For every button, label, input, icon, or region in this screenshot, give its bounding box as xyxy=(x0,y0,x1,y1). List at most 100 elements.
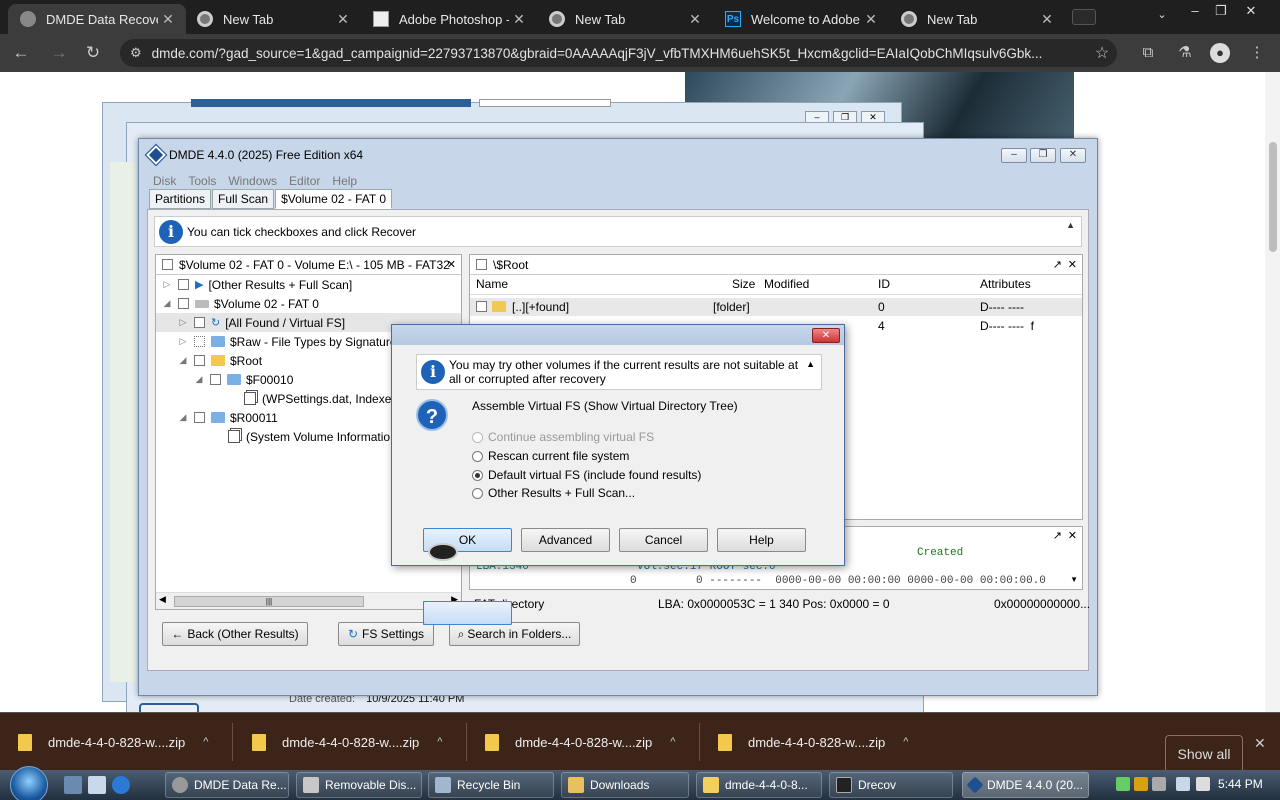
radio-circle[interactable] xyxy=(472,450,483,462)
tree-item[interactable]: ▷ ▶ [Other Results + Full Scan] xyxy=(162,275,353,294)
tree-item[interactable]: (System Volume Informatio xyxy=(228,427,390,446)
download-item[interactable]: dmde-4-4-0-828-w....zip ^ xyxy=(234,713,467,771)
tree-item[interactable]: ◢ $R00011 xyxy=(178,408,278,427)
task-removable-disk[interactable]: Removable Dis... xyxy=(296,772,422,798)
tab-dmde-data-recovery[interactable]: DMDE Data Recovery ✕ xyxy=(8,4,186,34)
close-pane-icon[interactable]: ✕ xyxy=(1068,258,1077,271)
col-id[interactable]: ID xyxy=(878,277,890,291)
extensions-icon[interactable]: ⧉ xyxy=(1137,42,1159,64)
show-desktop-icon[interactable] xyxy=(64,776,82,794)
tree-item[interactable]: ◢ $F00010 xyxy=(194,370,294,389)
new-tab-button[interactable] xyxy=(1072,9,1096,25)
close-icon[interactable]: ✕ xyxy=(333,11,353,28)
tree-item[interactable]: (WPSettings.dat, Indexer xyxy=(244,389,395,408)
task-drecov[interactable]: Drecov xyxy=(829,772,953,798)
ie-icon[interactable] xyxy=(112,776,130,794)
col-modified[interactable]: Modified xyxy=(764,277,809,291)
profile-icon[interactable]: ● xyxy=(1210,43,1230,63)
col-attributes[interactable]: Attributes xyxy=(980,277,1031,291)
download-item[interactable]: dmde-4-4-0-828-w....zip ^ xyxy=(700,713,933,771)
close-icon[interactable]: ✕ xyxy=(685,11,705,28)
site-info-icon[interactable]: ⚙ xyxy=(130,45,142,61)
radio-circle-selected[interactable] xyxy=(472,469,483,481)
fs-settings-button[interactable]: ↻ FS Settings xyxy=(338,622,434,646)
network-icon[interactable] xyxy=(1176,777,1190,791)
radio-rescan-current[interactable]: Rescan current file system xyxy=(472,449,629,463)
scroll-down-icon[interactable]: ▼ xyxy=(1070,575,1078,584)
tree-item[interactable]: ◢ $Root xyxy=(178,351,263,370)
col-name[interactable]: Name xyxy=(476,277,508,291)
tree-item[interactable]: ▷ $Raw - File Types by Signature xyxy=(178,332,397,351)
radio-continue-assembling[interactable]: Continue assembling virtual FS xyxy=(472,430,654,444)
volume-muted-icon[interactable] xyxy=(1196,777,1210,791)
page-scrollbar[interactable] xyxy=(1265,72,1280,712)
task-downloads[interactable]: Downloads xyxy=(561,772,689,798)
chevron-up-icon[interactable]: ^ xyxy=(203,736,208,748)
chevron-up-icon[interactable]: ^ xyxy=(670,736,675,748)
menu-tools[interactable]: Tools xyxy=(188,174,216,188)
tab-new-tab-1[interactable]: New Tab ✕ xyxy=(185,4,361,34)
collapse-icon[interactable]: ▲ xyxy=(1066,220,1075,230)
collapse-icon[interactable]: ◢ xyxy=(194,374,204,385)
expand-icon[interactable]: ▷ xyxy=(178,336,188,347)
collapse-icon[interactable]: ◢ xyxy=(178,412,188,423)
bookmark-star-icon[interactable]: ☆ xyxy=(1087,43,1117,63)
clock[interactable]: 5:44 PM xyxy=(1218,777,1263,791)
task-recycle-bin[interactable]: Recycle Bin xyxy=(428,772,554,798)
menu-disk[interactable]: Disk xyxy=(153,174,176,188)
restore-icon[interactable]: ❐ xyxy=(1206,0,1236,26)
tab-adobe-photoshop[interactable]: Adobe Photoshop - ✕ xyxy=(361,4,537,34)
close-icon[interactable]: ✕ xyxy=(1037,11,1057,28)
scroll-left-icon[interactable]: ◀ xyxy=(159,594,166,605)
download-item[interactable]: dmde-4-4-0-828-w....zip ^ xyxy=(467,713,700,771)
expand-pane-icon[interactable]: ↗ xyxy=(1053,258,1062,271)
close-pane-icon[interactable]: ✕ xyxy=(447,258,456,271)
tree-checkbox[interactable] xyxy=(178,279,189,290)
start-button[interactable] xyxy=(10,766,48,800)
task-dmde-440[interactable]: DMDE 4.4.0 (20... xyxy=(962,772,1089,798)
select-all-checkbox[interactable] xyxy=(162,259,173,270)
collapse-icon[interactable]: ▲ xyxy=(806,359,815,369)
close-icon[interactable]: ✕ xyxy=(812,328,840,343)
radio-circle[interactable] xyxy=(472,487,483,499)
tab-volume-02[interactable]: $Volume 02 - FAT 0 xyxy=(275,189,393,209)
tree-checkbox[interactable] xyxy=(194,336,205,347)
tree-checkbox[interactable] xyxy=(194,317,205,328)
tree-checkbox[interactable] xyxy=(194,412,205,423)
back-icon[interactable]: ← xyxy=(8,40,34,66)
menu-editor[interactable]: Editor xyxy=(289,174,320,188)
labs-icon[interactable]: ⚗ xyxy=(1174,42,1196,64)
tab-full-scan[interactable]: Full Scan xyxy=(212,189,275,209)
tab-new-tab-2[interactable]: New Tab ✕ xyxy=(537,4,713,34)
close-window-icon[interactable]: ✕ xyxy=(1236,0,1266,26)
tab-new-tab-3[interactable]: New Tab ✕ xyxy=(889,4,1065,34)
download-item[interactable]: dmde-4-4-0-828-w....zip ^ xyxy=(0,713,233,771)
cancel-button[interactable]: Cancel xyxy=(619,528,708,552)
forward-icon[interactable]: → xyxy=(46,40,72,66)
radio-circle[interactable] xyxy=(472,431,483,443)
tree-checkbox[interactable] xyxy=(194,355,205,366)
radio-default-virtual-fs[interactable]: Default virtual FS (include found result… xyxy=(472,468,701,482)
tray-icon[interactable] xyxy=(1152,777,1166,791)
menu-icon[interactable]: ⋮ xyxy=(1246,42,1268,64)
chevron-up-icon[interactable]: ^ xyxy=(903,736,908,748)
collapse-icon[interactable]: ◢ xyxy=(178,355,188,366)
show-all-button[interactable]: Show all xyxy=(1165,735,1243,773)
radio-other-results[interactable]: Other Results + Full Scan... xyxy=(472,486,635,500)
maximize-icon[interactable]: ❐ xyxy=(1030,148,1056,163)
task-dmde-data-recovery[interactable]: DMDE Data Re... xyxy=(165,772,289,798)
advanced-button[interactable]: Advanced xyxy=(521,528,610,552)
tab-search-icon[interactable]: ⌄ xyxy=(1147,4,1177,30)
tray-icon[interactable] xyxy=(1116,777,1130,791)
close-pane-icon[interactable]: ✕ xyxy=(1068,529,1077,542)
expand-icon[interactable]: ▷ xyxy=(178,317,188,328)
minimize-icon[interactable]: – xyxy=(1001,148,1027,163)
expand-pane-icon[interactable]: ↗ xyxy=(1053,529,1062,542)
close-icon[interactable]: ✕ xyxy=(861,11,881,28)
search-in-folders-button[interactable]: ⌕ Search in Folders... xyxy=(449,622,580,646)
tree-horizontal-scrollbar[interactable]: ◀ ||| ▶ xyxy=(156,592,461,609)
close-icon[interactable]: ✕ xyxy=(158,11,178,28)
close-downloads-icon[interactable]: ✕ xyxy=(1254,735,1266,752)
switch-windows-icon[interactable] xyxy=(88,776,106,794)
back-other-results-button[interactable]: ← Back (Other Results) xyxy=(162,622,308,646)
